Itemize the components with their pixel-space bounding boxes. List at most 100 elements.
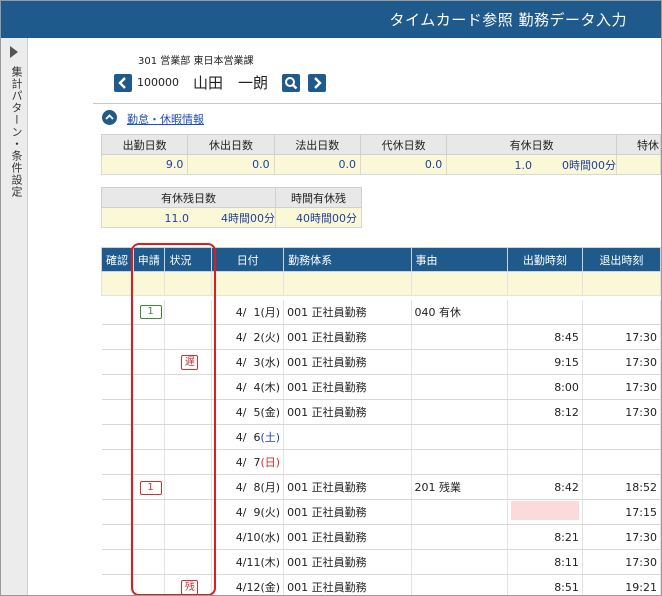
clock-in-cell[interactable]: [507, 424, 583, 450]
clock-in-cell[interactable]: 8:42: [507, 474, 583, 500]
apply-cell[interactable]: [133, 374, 166, 400]
clock-out-cell[interactable]: [582, 424, 661, 450]
filter-cell[interactable]: [410, 271, 508, 296]
filter-cell[interactable]: [506, 271, 583, 296]
apply-cell[interactable]: [133, 499, 166, 525]
filter-cell[interactable]: [283, 271, 412, 296]
pattern-cell[interactable]: 001 正社員勤務: [283, 349, 412, 375]
reason-cell[interactable]: [411, 524, 508, 550]
status-cell[interactable]: [164, 449, 213, 475]
date-cell[interactable]: 4/9(火): [211, 499, 285, 525]
pattern-cell[interactable]: 001 正社員勤務: [283, 324, 412, 350]
table-row[interactable]: 4/11(木) 001 正社員勤務 8:11 17:30: [101, 549, 661, 575]
confirm-cell[interactable]: [101, 349, 134, 375]
apply-cell[interactable]: [133, 449, 166, 475]
confirm-cell[interactable]: [101, 299, 134, 325]
apply-cell[interactable]: 1: [133, 299, 166, 325]
prev-employee-button[interactable]: [114, 74, 132, 92]
clock-in-cell[interactable]: 8:51: [507, 574, 583, 595]
table-row[interactable]: 1 4/1(月) 001 正社員勤務 040 有休: [101, 299, 661, 325]
employee-search-button[interactable]: [282, 74, 300, 92]
date-cell[interactable]: 4/3(水): [211, 349, 285, 375]
status-cell[interactable]: [164, 399, 213, 425]
clock-out-cell[interactable]: 17:30: [582, 549, 661, 575]
status-cell[interactable]: 残: [164, 574, 213, 595]
confirm-cell[interactable]: [101, 449, 134, 475]
chevron-right-icon[interactable]: [10, 46, 18, 58]
status-cell[interactable]: 遅: [164, 349, 213, 375]
filter-cell[interactable]: [164, 271, 213, 296]
status-cell[interactable]: [164, 524, 213, 550]
table-row[interactable]: 4/5(金) 001 正社員勤務 8:12 17:30: [101, 399, 661, 425]
application-badge[interactable]: 1: [139, 305, 162, 320]
status-cell[interactable]: [164, 374, 213, 400]
pattern-cell[interactable]: [283, 424, 412, 450]
apply-cell[interactable]: [133, 424, 166, 450]
leave-info-link[interactable]: 勤怠・休暇情報: [127, 111, 204, 127]
filter-cell[interactable]: [101, 271, 134, 296]
pattern-cell[interactable]: 001 正社員勤務: [283, 374, 412, 400]
reason-cell[interactable]: 201 残業: [411, 474, 508, 500]
reason-cell[interactable]: [411, 424, 508, 450]
clock-in-cell[interactable]: 8:45: [507, 324, 583, 350]
clock-out-cell[interactable]: 17:30: [582, 399, 661, 425]
clock-out-cell[interactable]: [582, 299, 661, 325]
reason-cell[interactable]: [411, 574, 508, 595]
clock-out-cell[interactable]: 17:30: [582, 374, 661, 400]
reason-cell[interactable]: [411, 549, 508, 575]
sidebar-label[interactable]: 集計パターン・条件設定: [8, 66, 24, 198]
pattern-cell[interactable]: 001 正社員勤務: [283, 524, 412, 550]
date-cell[interactable]: 4/10(水): [211, 524, 285, 550]
clock-in-cell[interactable]: [507, 499, 583, 525]
confirm-cell[interactable]: [101, 499, 134, 525]
confirm-cell[interactable]: [101, 549, 134, 575]
date-cell[interactable]: 4/8(月): [211, 474, 285, 500]
pattern-cell[interactable]: 001 正社員勤務: [283, 499, 412, 525]
clock-in-cell[interactable]: 8:12: [507, 399, 583, 425]
pattern-cell[interactable]: [283, 449, 412, 475]
table-row[interactable]: 4/4(木) 001 正社員勤務 8:00 17:30: [101, 374, 661, 400]
filter-cell[interactable]: [211, 271, 285, 296]
apply-cell[interactable]: [133, 399, 166, 425]
clock-out-cell[interactable]: 18:52: [582, 474, 661, 500]
confirm-cell[interactable]: [101, 524, 134, 550]
confirm-cell[interactable]: [101, 474, 134, 500]
date-cell[interactable]: 4/4(木): [211, 374, 285, 400]
table-row[interactable]: 1 4/8(月) 001 正社員勤務 201 残業 8:42 18:52: [101, 474, 661, 500]
reason-cell[interactable]: [411, 449, 508, 475]
pattern-cell[interactable]: 001 正社員勤務: [283, 299, 412, 325]
pattern-cell[interactable]: 001 正社員勤務: [283, 474, 412, 500]
reason-cell[interactable]: [411, 374, 508, 400]
clock-out-cell[interactable]: 17:15: [582, 499, 661, 525]
table-row[interactable]: 4/10(水) 001 正社員勤務 8:21 17:30: [101, 524, 661, 550]
date-cell[interactable]: 4/5(金): [211, 399, 285, 425]
reason-cell[interactable]: [411, 499, 508, 525]
table-row[interactable]: 4/9(火) 001 正社員勤務 17:15: [101, 499, 661, 525]
apply-cell[interactable]: [133, 524, 166, 550]
confirm-cell[interactable]: [101, 574, 134, 595]
table-row[interactable]: 4/7(日): [101, 449, 661, 475]
clock-out-cell[interactable]: 19:21: [582, 574, 661, 595]
clock-in-cell[interactable]: [507, 299, 583, 325]
table-row[interactable]: 遅 4/3(水) 001 正社員勤務 9:15 17:30: [101, 349, 661, 375]
confirm-cell[interactable]: [101, 374, 134, 400]
clock-in-cell[interactable]: [507, 449, 583, 475]
date-cell[interactable]: 4/2(火): [211, 324, 285, 350]
clock-out-cell[interactable]: [582, 449, 661, 475]
status-cell[interactable]: [164, 474, 213, 500]
filter-cell[interactable]: [581, 271, 661, 296]
status-cell[interactable]: [164, 549, 213, 575]
sidebar-toggle[interactable]: 集計パターン・条件設定: [1, 38, 28, 595]
date-cell[interactable]: 4/7(日): [211, 449, 285, 475]
collapse-icon[interactable]: [102, 110, 117, 125]
apply-cell[interactable]: [133, 549, 166, 575]
status-cell[interactable]: [164, 424, 213, 450]
date-cell[interactable]: 4/1(月): [211, 299, 285, 325]
date-cell[interactable]: 4/12(金): [211, 574, 285, 595]
clock-out-cell[interactable]: 17:30: [582, 349, 661, 375]
date-cell[interactable]: 4/11(木): [211, 549, 285, 575]
apply-cell[interactable]: [133, 349, 166, 375]
pattern-cell[interactable]: 001 正社員勤務: [283, 549, 412, 575]
clock-in-cell[interactable]: 8:11: [507, 549, 583, 575]
apply-cell[interactable]: [133, 324, 166, 350]
